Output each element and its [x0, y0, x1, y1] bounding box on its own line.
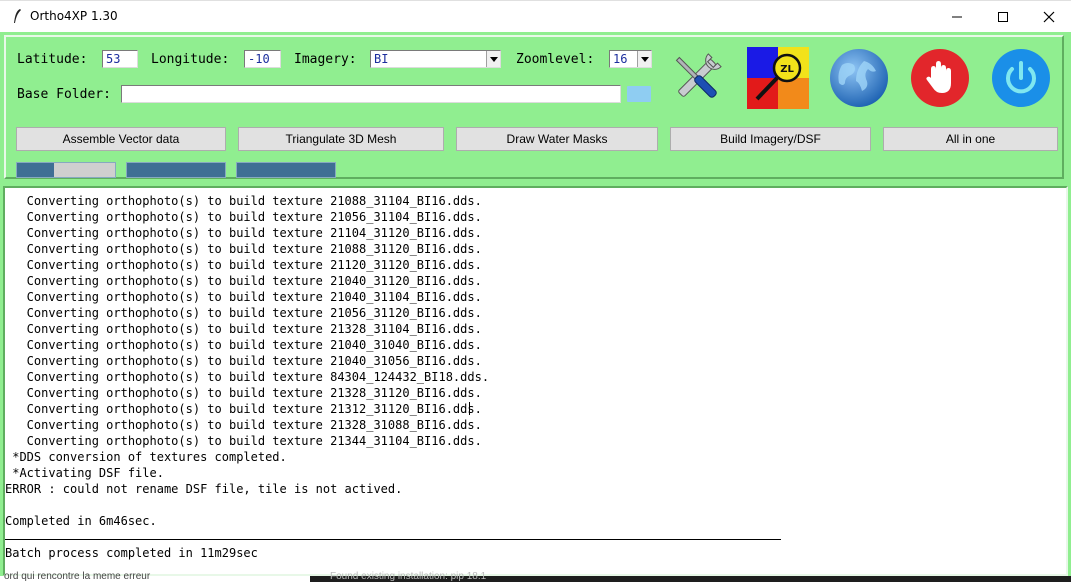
progress-track — [54, 163, 115, 177]
imagery-dropdown-arrow[interactable] — [486, 51, 500, 67]
latitude-label: Latitude: — [17, 52, 88, 67]
console-line: Converting orthophoto(s) to build textur… — [5, 402, 482, 416]
zoomlevel-label: Zoomlevel: — [516, 52, 595, 67]
assemble-vector-button[interactable]: Assemble Vector data — [16, 127, 226, 151]
console-line: Converting orthophoto(s) to build textur… — [5, 194, 482, 208]
console-line: Converting orthophoto(s) to build textur… — [5, 210, 482, 224]
console-line: ERROR : could not rename DSF file, tile … — [5, 482, 403, 496]
console-line: Converting orthophoto(s) to build textur… — [5, 226, 482, 240]
zl-text: ZL — [780, 64, 794, 75]
progress-bar-1 — [16, 162, 116, 178]
stop-hand-icon[interactable] — [909, 47, 971, 109]
tools-icon[interactable] — [666, 47, 728, 109]
progress-fill — [17, 163, 55, 177]
minimize-button[interactable] — [934, 1, 980, 33]
triangulate-mesh-button[interactable]: Triangulate 3D Mesh — [238, 127, 444, 151]
console-line: Completed in 6m46sec. — [5, 514, 157, 528]
longitude-input[interactable]: -10 — [244, 50, 281, 68]
console-line: Converting orthophoto(s) to build textur… — [5, 418, 482, 432]
close-icon — [1043, 11, 1055, 23]
imagery-value: BI — [374, 52, 389, 66]
progress-fill — [237, 163, 335, 177]
console-lines: Converting orthophoto(s) to build textur… — [5, 193, 489, 561]
globe-icon[interactable] — [828, 47, 890, 109]
progress-bar-3 — [236, 162, 336, 178]
feather-icon — [14, 9, 21, 23]
longitude-label: Longitude: — [151, 52, 230, 67]
main-frame: Latitude: 53 Longitude: -10 Imagery: BI … — [0, 32, 1071, 582]
console-line: Converting orthophoto(s) to build textur… — [5, 354, 482, 368]
console-line: Converting orthophoto(s) to build textur… — [5, 242, 482, 256]
text-cursor — [469, 402, 470, 415]
power-icon[interactable] — [990, 47, 1052, 109]
folder-browse-button[interactable] — [627, 86, 651, 102]
imagery-select[interactable]: BI — [370, 50, 501, 68]
maximize-icon — [998, 12, 1008, 22]
close-button[interactable] — [1026, 1, 1071, 33]
all-in-one-button[interactable]: All in one — [883, 127, 1058, 151]
minimize-icon — [952, 16, 962, 18]
base-folder-label: Base Folder: — [17, 87, 111, 102]
latitude-input[interactable]: 53 — [102, 50, 138, 68]
console-line: Converting orthophoto(s) to build textur… — [5, 290, 482, 304]
console-line: Converting orthophoto(s) to build textur… — [5, 322, 482, 336]
progress-fill — [127, 163, 225, 177]
zoomlevel-select[interactable]: 16 — [609, 50, 652, 68]
console-line: Converting orthophoto(s) to build textur… — [5, 258, 482, 272]
console-line: Converting orthophoto(s) to build textur… — [5, 370, 490, 384]
console-line: Converting orthophoto(s) to build textur… — [5, 338, 482, 352]
draw-water-masks-button[interactable]: Draw Water Masks — [456, 127, 658, 151]
console-line: Converting orthophoto(s) to build textur… — [5, 306, 482, 320]
background-text-left: ord qui rencontre la meme erreur — [4, 571, 151, 582]
imagery-label: Imagery: — [294, 52, 357, 67]
window-title: Ortho4XP 1.30 — [30, 9, 118, 23]
control-panel: Latitude: 53 Longitude: -10 Imagery: BI … — [4, 35, 1064, 179]
log-console[interactable]: Converting orthophoto(s) to build textur… — [3, 186, 1068, 576]
build-imagery-dsf-button[interactable]: Build Imagery/DSF — [670, 127, 871, 151]
console-line: *DDS conversion of textures completed. — [5, 450, 287, 464]
progress-bar-2 — [126, 162, 226, 178]
title-bar[interactable]: Ortho4XP 1.30 — [0, 0, 1071, 33]
maximize-button[interactable] — [980, 1, 1026, 33]
chevron-down-icon — [640, 56, 649, 62]
background-text-right: Found existing installation: pip 18.1 — [330, 571, 487, 582]
chevron-down-icon — [489, 56, 498, 62]
console-line: Converting orthophoto(s) to build textur… — [5, 434, 482, 448]
zoomlevel-map-icon[interactable]: ZL — [747, 47, 809, 109]
console-line: Batch process completed in 11m29sec — [5, 546, 258, 560]
zoomlevel-dropdown-arrow[interactable] — [637, 51, 651, 67]
base-folder-input[interactable] — [121, 85, 621, 103]
console-line: Converting orthophoto(s) to build textur… — [5, 274, 482, 288]
console-line: *Activating DSF file. — [5, 466, 164, 480]
console-line: Converting orthophoto(s) to build textur… — [5, 386, 482, 400]
console-separator — [5, 539, 781, 540]
zoomlevel-value: 16 — [613, 52, 628, 66]
